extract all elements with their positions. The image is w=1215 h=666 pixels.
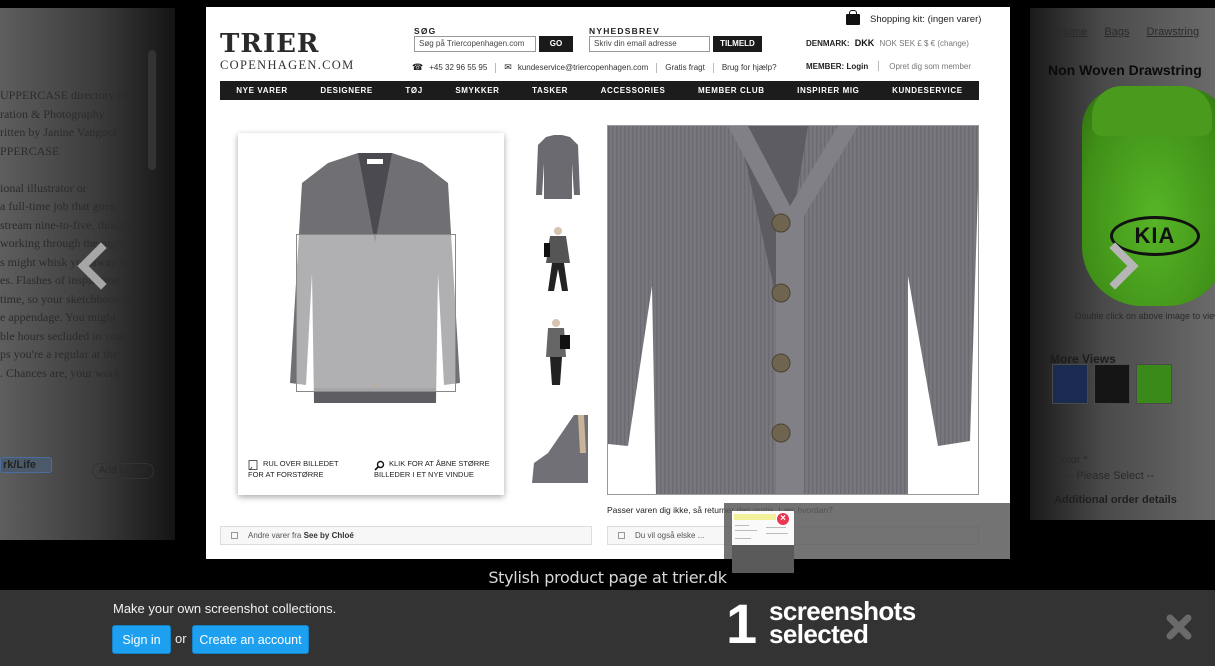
breadcrumb-item: Drawstring <box>1146 26 1200 38</box>
previous-slide-text: UPPERCASE directory of ration & Photograp… <box>0 86 140 382</box>
newsletter-subscribe-button[interactable]: TILMELD <box>713 36 762 52</box>
previous-slide-text-line: UPPERCASE directory of <box>0 88 128 102</box>
next-arrow-button[interactable] <box>1104 242 1144 292</box>
contact-bar: ☎ +45 32 96 55 95 ✉ kundeservice@trierco… <box>412 62 777 73</box>
bottom-bar: Make your own screenshot collections. Si… <box>0 590 1215 666</box>
logo-title: TRIER <box>220 29 320 59</box>
click-enlarge-hint: KLIK FOR AT ÅBNE STØRRE BILLEDER I ET NY… <box>374 459 490 479</box>
close-icon[interactable] <box>1164 612 1194 642</box>
sign-in-button[interactable]: Sign in <box>112 625 171 654</box>
nav-item[interactable]: MEMBER CLUB <box>698 86 765 95</box>
previous-slide-text-line: s might whisk you away to <box>0 254 129 269</box>
zoom-lens[interactable] <box>296 234 456 392</box>
remove-selection-icon[interactable]: × <box>776 512 790 526</box>
logo-subtitle: COPENHAGEN.COM <box>220 58 355 72</box>
breadcrumb-item: Bags <box>1104 26 1130 38</box>
previous-slide-text-line: time, so your sketchbook is <box>0 291 132 306</box>
member-register-link[interactable]: Opret dig som member <box>889 62 971 71</box>
previous-slide-text-line: working through the night <box>0 236 126 250</box>
selected-label: screenshots selected <box>769 596 916 649</box>
nav-item[interactable]: TØJ <box>405 86 422 95</box>
accordion-other-items[interactable]: Andre varer fra See by Chloé <box>220 526 592 545</box>
free-shipping-link[interactable]: Gratis fragt <box>665 63 705 72</box>
search-input[interactable]: Søg på Triercopenhagen.com <box>414 36 536 52</box>
more-views-thumbs <box>1052 364 1172 404</box>
nav-item[interactable]: TASKER <box>532 86 568 95</box>
help-link[interactable]: Brug for hjælp? <box>722 63 777 72</box>
create-account-button[interactable]: Create an account <box>192 625 309 654</box>
member-bar: MEMBER: Login Opret dig som member <box>806 61 971 71</box>
previous-slide-text-line: . Chances are, your work <box>0 365 120 380</box>
additional-order-details: Additional order details <box>1054 494 1177 506</box>
chevron-right-icon <box>1109 242 1139 290</box>
cardigan-closeup <box>608 126 978 494</box>
dblclick-hint: Double click on above image to view f <box>1075 311 1215 321</box>
previous-slide-text-line: e appendage. You might <box>0 310 116 324</box>
nav-item[interactable]: ACCESSORIES <box>601 86 666 95</box>
previous-slide-text-line: ps you're a regular at the <box>0 347 118 361</box>
thumbnail-detail[interactable] <box>528 413 588 483</box>
mail-icon: ✉ <box>504 62 512 72</box>
shopping-cart[interactable]: Shopping kit: (ingen varer) <box>846 10 982 25</box>
chevron-left-icon <box>77 242 107 290</box>
thumb-green <box>1136 364 1172 404</box>
thumb-blue <box>1052 364 1088 404</box>
newsletter-email-input[interactable]: Skriv din email adresse <box>589 36 710 52</box>
next-slide-breadcrumb: Home Bags Drawstring Non <box>1058 26 1215 38</box>
previous-slide-text-line: stream nine-to-five, though <box>0 217 131 232</box>
color-select: -- Please Select -- <box>1066 470 1155 482</box>
trier-logo[interactable]: TRIER COPENHAGEN.COM <box>220 31 355 73</box>
or-text: or <box>175 631 187 646</box>
zoomed-product-image[interactable] <box>607 125 979 495</box>
previous-slide-select: rk/Life <box>0 457 52 473</box>
cart-status: Shopping kit: (ingen varer) <box>870 14 982 25</box>
previous-slide-text-line: PPERCASE <box>0 143 60 158</box>
newsletter-label: NYHEDSBREV <box>589 26 661 36</box>
search-go-button[interactable]: GO <box>539 36 573 52</box>
thumbnail-model-front[interactable] <box>528 225 588 295</box>
previous-slide-text-line: ional illustrator or <box>0 180 87 195</box>
email-link[interactable]: kundeservice@triercopenhagen.com <box>518 63 648 72</box>
previous-slide-scrollbar <box>148 50 156 170</box>
drawstring-bag-top <box>1092 86 1212 136</box>
product-gallery: RUL OVER BILLEDET FOR AT FORSTØRRE KLIK … <box>238 133 504 495</box>
previous-slide-text-line: es. Flashes of inspiration <box>0 273 120 287</box>
previous-slide-text-line: ble hours secluded in your <box>0 328 127 343</box>
nav-item[interactable]: DESIGNERE <box>320 86 373 95</box>
expand-icon <box>231 532 238 539</box>
nav-item[interactable]: NYE VARER <box>236 86 287 95</box>
previous-slide-text-line: ration & Photography <box>0 106 105 121</box>
nav-item[interactable]: KUNDESERVICE <box>892 86 963 95</box>
next-slide-title: Non Woven Drawstring <box>1048 62 1202 78</box>
nav-item[interactable]: SMYKKER <box>455 86 499 95</box>
currency-selector[interactable]: DENMARK: DKK NOK SEK £ $ € (change) <box>806 38 969 48</box>
breadcrumb-item: Home <box>1058 26 1088 38</box>
previous-slide-add-to-cart: Add to cart <box>92 463 154 479</box>
selected-count: 1 <box>726 592 757 655</box>
screenshot-caption: Stylish product page at trier.dk <box>488 568 727 587</box>
previous-slide-text-line: ritten by Janine Vangool <box>0 125 117 139</box>
currency-active: DKK <box>854 38 875 48</box>
thumbnail-front[interactable] <box>528 133 588 203</box>
expand-icon <box>618 532 625 539</box>
hover-zoom-hint: RUL OVER BILLEDET FOR AT FORSTØRRE <box>248 459 339 479</box>
currency-options[interactable]: NOK SEK £ $ € (change) <box>880 39 969 48</box>
shopping-bag-icon <box>846 10 860 25</box>
member-login-link[interactable]: MEMBER: Login <box>806 62 868 71</box>
previous-arrow-button[interactable] <box>72 242 112 292</box>
phone-icon: ☎ <box>412 62 424 72</box>
nav-item[interactable]: INSPIRER MIG <box>797 86 859 95</box>
thumb-black <box>1094 364 1130 404</box>
phone-number: +45 32 96 55 95 <box>429 63 488 72</box>
previous-slide-text-line: a full-time job that goes <box>0 199 115 213</box>
search-label: SØG <box>414 26 437 36</box>
promo-text: Make your own screenshot collections. <box>113 601 337 616</box>
previous-slide-text-line <box>0 160 140 179</box>
main-navigation: NYE VARER DESIGNERE TØJ SMYKKER TASKER A… <box>220 81 979 100</box>
color-label: Color * <box>1054 454 1088 466</box>
thumbnail-model-side[interactable] <box>528 317 588 387</box>
slideshow-stage: UPPERCASE directory of ration & Photograp… <box>0 0 1215 590</box>
main-screenshot: TRIER COPENHAGEN.COM SØG Søg på Triercop… <box>206 7 1010 559</box>
country-label: DENMARK: <box>806 39 850 48</box>
